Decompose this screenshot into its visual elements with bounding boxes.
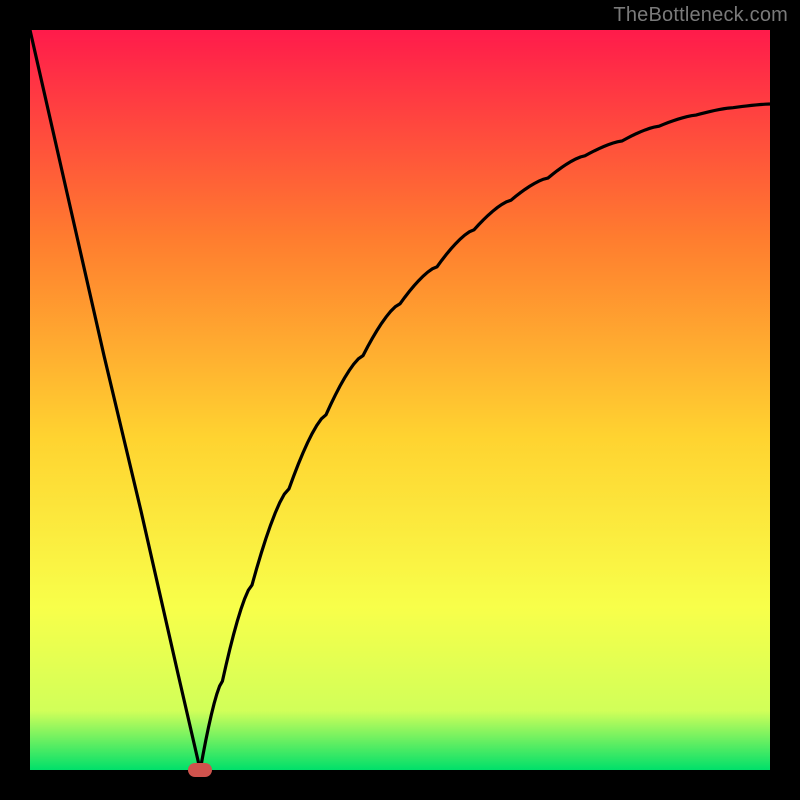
optimum-marker — [188, 763, 212, 777]
chart-frame: TheBottleneck.com — [0, 0, 800, 800]
bottleneck-chart — [30, 30, 770, 770]
watermark-label: TheBottleneck.com — [613, 4, 788, 27]
gradient-background — [30, 30, 770, 770]
